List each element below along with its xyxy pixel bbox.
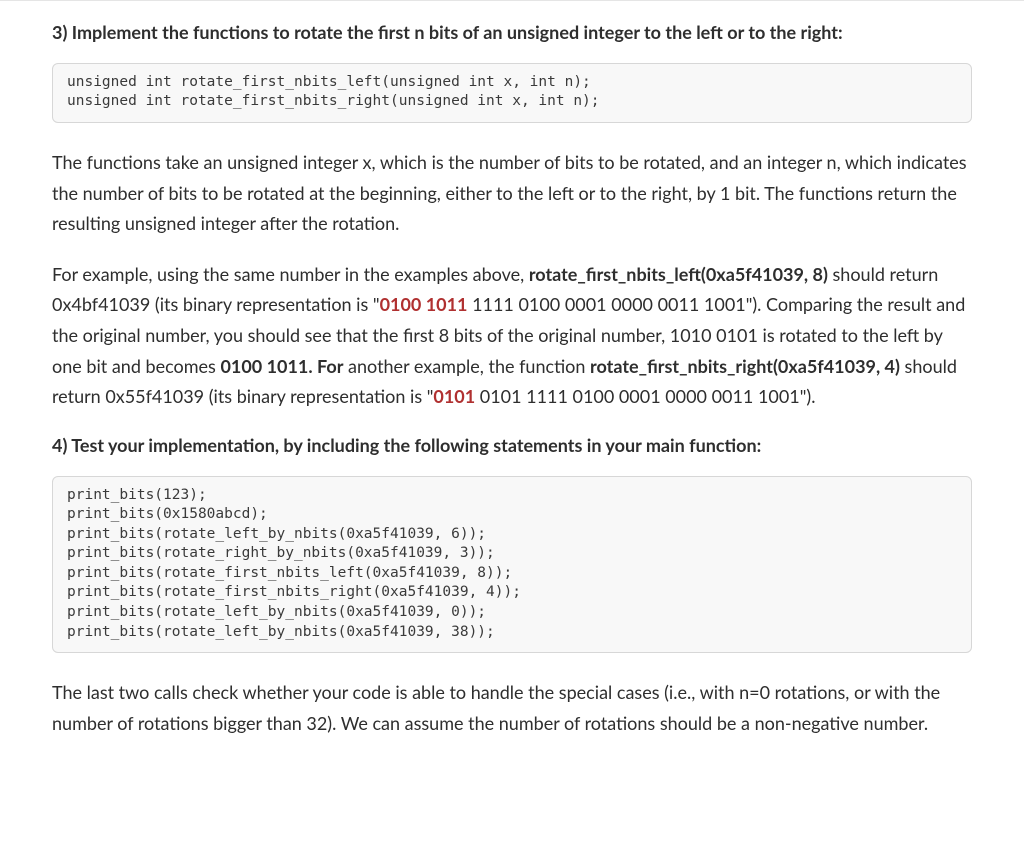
function-call-left: rotate_first_nbits_left(0xa5f41039, 8) [529, 263, 828, 285]
text-fragment: For example, using the same number in th… [52, 263, 529, 285]
section-4-heading: 4) Test your implementation, by includin… [52, 432, 972, 460]
section-3-para-1: The functions take an unsigned integer x… [52, 147, 972, 239]
code-block-tests: print_bits(123); print_bits(0x1580abcd);… [52, 476, 972, 654]
code-block-prototypes: unsigned int rotate_first_nbits_left(uns… [52, 63, 972, 123]
document-page: 3) Implement the functions to rotate the… [0, 0, 1024, 760]
binary-highlight: 0101 [433, 385, 475, 407]
function-call-right: rotate_first_nbits_right(0xa5f41039, 4) [590, 355, 900, 377]
section-3-heading: 3) Implement the functions to rotate the… [52, 19, 972, 47]
text-fragment: another example, the function [343, 355, 590, 377]
binary-highlight: 0100 1011 [380, 293, 468, 315]
text-fragment: 0101 1111 0100 0001 0000 0011 1001"). [475, 385, 815, 407]
section-4-para: The last two calls check whether your co… [52, 677, 972, 738]
bold-fragment: 0100 1011. For [220, 355, 343, 377]
section-3-para-2: For example, using the same number in th… [52, 259, 972, 412]
